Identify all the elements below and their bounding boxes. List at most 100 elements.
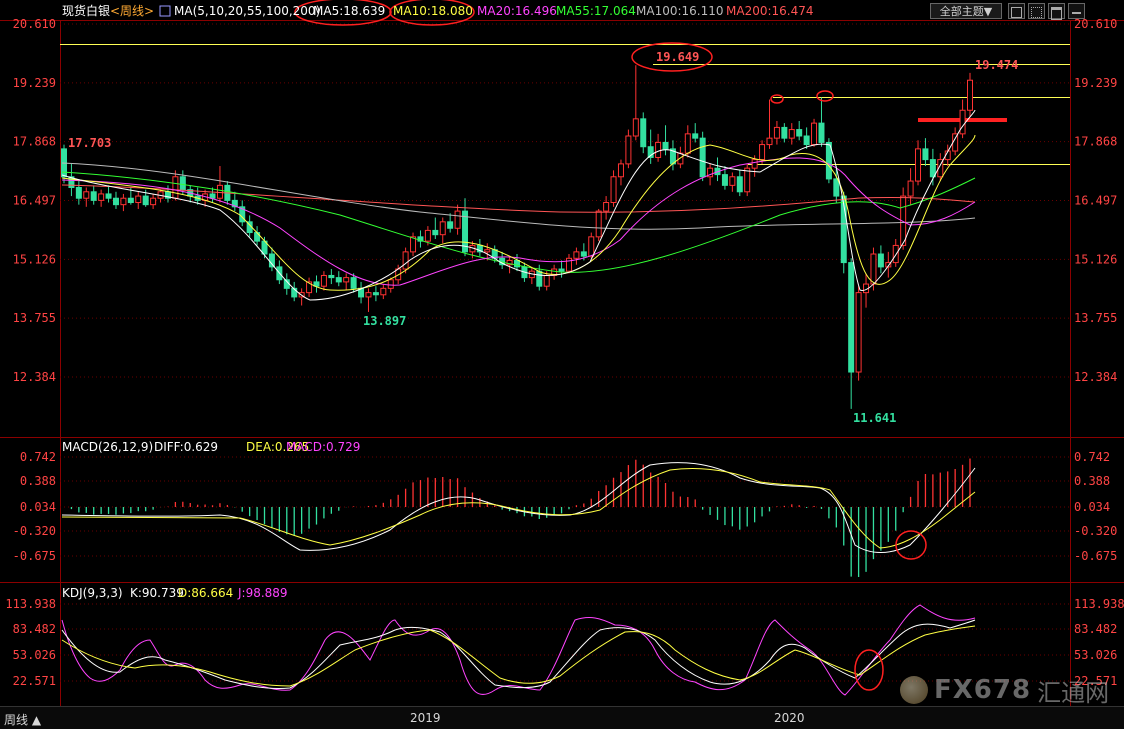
axis-tick-right: 17.868 xyxy=(1074,135,1117,149)
annotation-high1: 19.649 xyxy=(656,50,699,64)
axis-tick-left: 0.388 xyxy=(20,474,56,488)
ma100-value: MA100:16.110 xyxy=(636,4,724,18)
axis-tick-right: 83.482 xyxy=(1074,622,1117,636)
candle xyxy=(320,271,327,291)
candle xyxy=(565,254,572,274)
candle xyxy=(61,144,67,184)
axis-tick-right: 12.384 xyxy=(1074,370,1117,384)
fx678-logo-icon xyxy=(900,676,928,704)
ma10-value: MA10:18.080 xyxy=(393,4,473,18)
candle xyxy=(855,286,862,381)
period-selector[interactable]: 周线 ▲ xyxy=(4,711,41,728)
theme-dropdown-button[interactable]: 全部主题▼ xyxy=(930,3,1002,19)
moving-average-lines xyxy=(61,109,976,301)
candle xyxy=(365,288,372,312)
candle xyxy=(766,99,773,149)
annotation-circles xyxy=(294,0,927,691)
candle xyxy=(83,187,90,207)
macd-dea-line xyxy=(61,468,976,549)
axis-tick-right: 0.388 xyxy=(1074,474,1110,488)
candle xyxy=(729,172,736,192)
annotation-low2: 11.641 xyxy=(853,411,896,425)
candle xyxy=(625,129,632,169)
candle xyxy=(462,198,469,257)
candle xyxy=(915,140,922,186)
axis-tick-left: 83.482 xyxy=(13,622,56,636)
candle xyxy=(306,277,313,297)
minimize-icon[interactable] xyxy=(1068,3,1085,19)
date-axis xyxy=(0,706,1124,729)
candle xyxy=(135,191,142,209)
candle xyxy=(907,168,914,205)
annotation-last-high: 19.474 xyxy=(975,58,1018,72)
candle xyxy=(98,189,105,207)
candle xyxy=(603,196,610,220)
candle xyxy=(343,273,350,291)
candle xyxy=(216,166,223,203)
candle xyxy=(439,217,446,244)
candle xyxy=(848,258,855,409)
candle xyxy=(476,238,483,257)
candle xyxy=(632,65,639,141)
candle xyxy=(833,166,840,203)
candle xyxy=(967,72,973,117)
candle xyxy=(736,170,743,197)
candle xyxy=(714,157,721,182)
candle xyxy=(506,256,513,274)
instrument-name: 现货白银 xyxy=(62,3,110,18)
kdj-header: KDJ(9,3,3) K:90.739 D:86.664 J:98.889 xyxy=(62,586,288,600)
ma-settings-icon[interactable] xyxy=(159,5,171,17)
chart-canvas[interactable]: 20.610 20.610 19.239 19.239 17.868 17.868 16.4… xyxy=(0,0,1124,706)
candle xyxy=(194,187,201,205)
axis-tick-left: 0.742 xyxy=(20,450,56,464)
kdj-k-line xyxy=(61,619,976,689)
annotation-low1: 13.897 xyxy=(363,314,406,328)
axis-tick-left: 113.938 xyxy=(5,597,56,611)
candle xyxy=(959,99,966,139)
candle xyxy=(432,217,439,239)
candle xyxy=(669,140,676,171)
candle xyxy=(75,181,82,205)
expand-icon[interactable] xyxy=(1048,3,1065,20)
kdj-d-value: D:86.664 xyxy=(178,586,233,600)
period-link[interactable]: <周线> xyxy=(110,4,154,18)
axis-tick-right: 0.034 xyxy=(1074,500,1110,514)
candle xyxy=(803,127,810,149)
macd-lines xyxy=(61,462,976,553)
ma5-value: MA5:18.639 xyxy=(313,4,385,18)
candle xyxy=(105,185,112,203)
macd-diff-line xyxy=(61,462,976,553)
annotation-start: 17.703 xyxy=(68,136,111,150)
axis-tick-left: -0.320 xyxy=(13,524,56,538)
candle xyxy=(655,133,662,162)
candle xyxy=(313,275,320,293)
settings-icon[interactable] xyxy=(1008,3,1025,19)
ma200-value: MA200:16.474 xyxy=(726,4,814,18)
candlesticks xyxy=(61,65,973,409)
axis-tick-left: 22.571 xyxy=(13,674,56,688)
candle xyxy=(617,159,624,186)
candle xyxy=(164,185,171,203)
candle xyxy=(885,251,892,278)
main-header: 现货白银 <周线> MA(5,10,20,55,100,200) MA5:18.… xyxy=(62,3,814,18)
candle xyxy=(335,271,342,287)
candle xyxy=(120,193,127,212)
grid-toggle-icon[interactable] xyxy=(1028,3,1045,19)
ma-params: MA(5,10,20,55,100,200) xyxy=(174,4,320,18)
kdj-j-line xyxy=(61,604,976,696)
price-annotations: 17.703 13.897 19.649 11.641 19.474 xyxy=(68,50,1018,425)
candle xyxy=(380,284,387,300)
kdj-k-value: K:90.739 xyxy=(130,586,184,600)
candle xyxy=(239,200,246,227)
candle xyxy=(877,245,884,274)
kdj-lines xyxy=(61,604,976,696)
axis-tick-right: 53.026 xyxy=(1074,648,1117,662)
macd-diff-value: DIFF:0.629 xyxy=(154,440,218,454)
candle xyxy=(551,264,558,280)
watermark: FX678 汇通网 xyxy=(900,675,1109,707)
candle xyxy=(818,97,825,147)
candle xyxy=(922,138,929,167)
candle xyxy=(692,123,699,143)
axis-tick-left: 12.384 xyxy=(13,370,56,384)
candle xyxy=(90,185,97,205)
